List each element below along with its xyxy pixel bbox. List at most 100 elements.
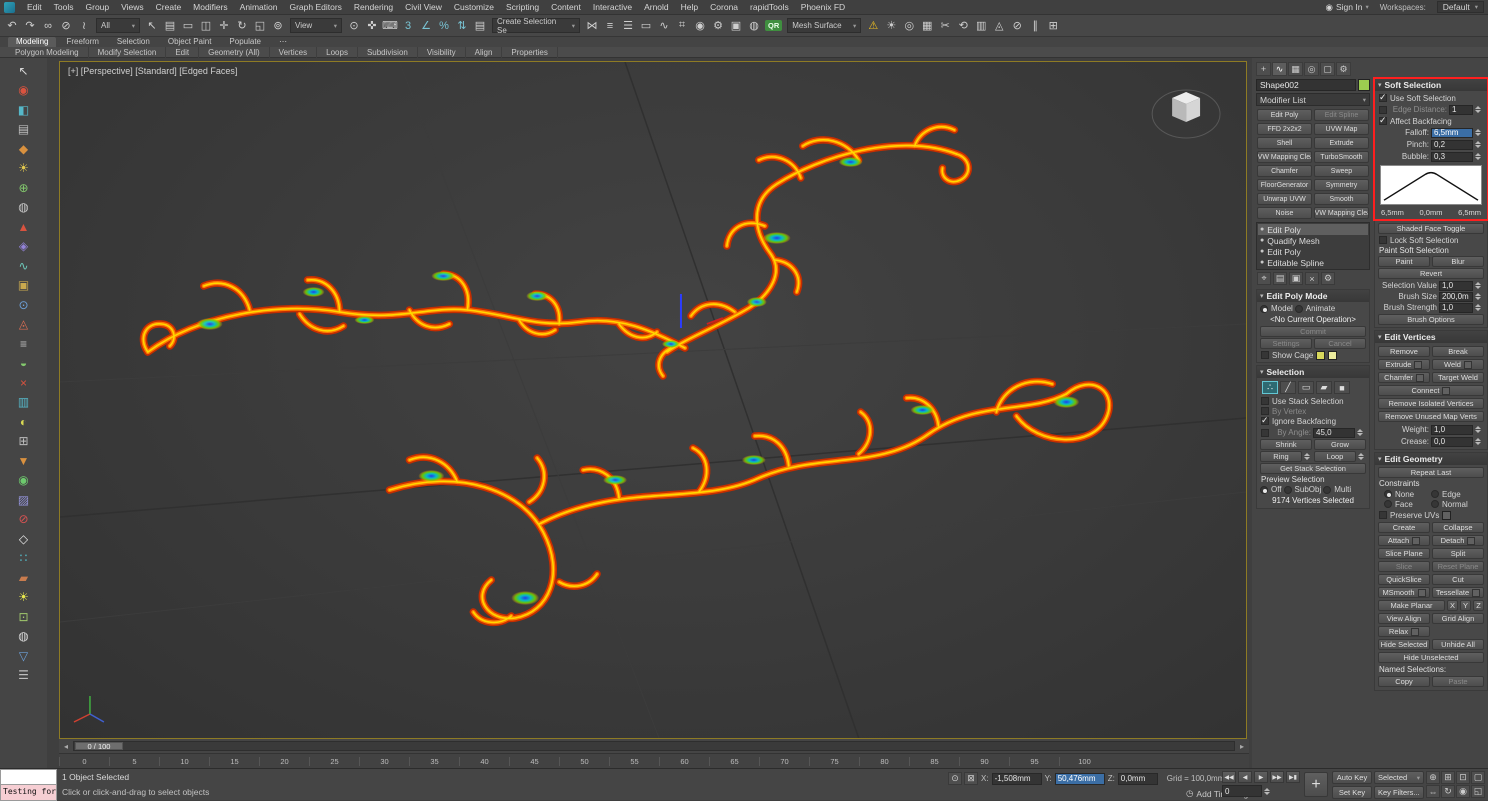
use-soft-selection-checkbox[interactable]: Use Soft Selection — [1376, 92, 1486, 103]
menu-item[interactable]: Interactive — [587, 2, 638, 12]
ribbon-panel-title[interactable]: Visibility — [418, 46, 466, 58]
named-selection-set-input[interactable]: Create Selection Se ▾ — [492, 17, 580, 35]
play-icon[interactable]: ▶ — [1254, 771, 1268, 783]
visibility-bulb-icon[interactable]: ● — [1260, 237, 1264, 244]
vertex-mode-icon[interactable]: ∴ — [1262, 381, 1278, 394]
select-manipulate-icon[interactable]: ✜ — [363, 17, 381, 34]
menu-item[interactable]: Create — [150, 2, 188, 12]
left-toolbar-icon[interactable]: ▽ — [5, 646, 43, 666]
left-toolbar-icon[interactable]: ⊘ — [5, 510, 43, 530]
go-to-start-icon[interactable]: ◀◀ — [1222, 771, 1236, 783]
rendered-frame-icon[interactable]: ▣ — [727, 17, 745, 34]
edit-geometry-button[interactable]: X — [1447, 600, 1458, 611]
brush-options-button[interactable]: Brush Options — [1378, 314, 1484, 325]
ribbon-panel-title[interactable]: Polygon Modeling — [6, 46, 89, 58]
left-toolbar-icon[interactable]: ◧ — [5, 100, 43, 120]
select-move-icon[interactable]: ✛ — [215, 17, 233, 34]
left-toolbar-icon[interactable]: ↖ — [5, 61, 43, 81]
previous-frame-icon[interactable]: ◀ — [1238, 771, 1252, 783]
element-mode-icon[interactable]: ■ — [1334, 381, 1350, 394]
modifier-set-button[interactable]: Noise — [1257, 207, 1312, 219]
edit-geometry-button[interactable]: Make Planar — [1378, 600, 1445, 611]
edit-geometry-button[interactable]: Slice — [1378, 561, 1430, 572]
add-button[interactable]: + — [1304, 772, 1328, 797]
menu-item[interactable]: Arnold — [638, 2, 675, 12]
sign-in-button[interactable]: ◉ Sign In ▾ — [1326, 2, 1369, 13]
modify-tab[interactable]: ∿ — [1272, 62, 1287, 76]
spinner-snap-icon[interactable]: ⇅ — [453, 17, 471, 34]
paint-button[interactable]: Paint — [1378, 256, 1430, 267]
left-toolbar-icon[interactable]: ◉ — [5, 471, 43, 491]
undo-icon[interactable]: ↶ — [3, 17, 21, 34]
modifier-set-button[interactable]: TurboSmooth — [1314, 151, 1369, 163]
time-slider[interactable]: ◂ 0 / 100 ▸ — [59, 739, 1249, 753]
zoom-icon[interactable]: ⊕ — [1426, 771, 1440, 784]
menu-item[interactable]: Corona — [704, 2, 744, 12]
object-name-field[interactable]: Shape002 — [1256, 79, 1356, 91]
edit-vertices-button[interactable]: Target Weld — [1432, 372, 1484, 383]
preserve-uvs-settings-icon[interactable] — [1442, 510, 1452, 520]
named-selection-button[interactable]: Paste — [1432, 676, 1484, 687]
edit-geometry-button[interactable]: View Align — [1378, 613, 1430, 624]
configure-modifier-sets-icon[interactable]: ⚙ — [1321, 272, 1335, 285]
ribbon-toggle-icon[interactable]: ▭ — [637, 17, 655, 34]
left-toolbar-icon[interactable]: ◇ — [5, 529, 43, 549]
time-slider-track[interactable]: 0 / 100 — [73, 741, 1235, 751]
time-slider-left-arrow[interactable]: ◂ — [61, 742, 71, 751]
utilities-tab[interactable]: ⚙ — [1336, 62, 1351, 76]
maximize-viewport-icon[interactable]: ◱ — [1471, 785, 1485, 798]
z-coordinate-field[interactable]: 0,0mm — [1117, 772, 1158, 785]
edit-vertices-button[interactable]: Remove Unused Map Verts — [1378, 411, 1484, 422]
ribbon-panel-title[interactable]: Geometry (All) — [199, 46, 270, 58]
grid-helper-icon[interactable]: ▦ — [918, 17, 936, 34]
modifier-stack-item[interactable]: ● Quadify Mesh — [1258, 235, 1368, 246]
modifier-set-button[interactable]: Symmetry — [1314, 179, 1369, 191]
viewcube[interactable] — [1151, 89, 1221, 139]
edit-vertices-button[interactable]: Weld — [1432, 359, 1484, 370]
edit-vertices-button[interactable]: Remove — [1378, 346, 1430, 357]
edit-geometry-button[interactable]: Unhide All — [1432, 639, 1484, 650]
mesh-surface-select[interactable]: Mesh Surface ▾ — [787, 18, 862, 33]
left-toolbar-icon[interactable]: ∷ — [5, 549, 43, 569]
x-coordinate-field[interactable]: -1,508mm — [991, 772, 1042, 785]
left-toolbar-icon[interactable]: ◒ — [5, 354, 43, 374]
ribbon-tab[interactable]: Freeform — [58, 37, 106, 47]
modifier-set-button[interactable]: Shell — [1257, 137, 1312, 149]
select-scale-icon[interactable]: ◱ — [251, 17, 269, 34]
revert-button[interactable]: Revert — [1378, 268, 1484, 279]
left-toolbar-icon[interactable]: ◬ — [5, 315, 43, 335]
workspace-select[interactable]: Default ▾ — [1436, 1, 1484, 13]
constraint-radio[interactable]: Normal — [1431, 499, 1478, 509]
display-tab[interactable]: ▢ — [1320, 62, 1335, 76]
ribbon-panel-title[interactable]: Align — [466, 46, 503, 58]
left-toolbar-icon[interactable]: ▼ — [5, 451, 43, 471]
edit-geometry-button[interactable]: Y — [1460, 600, 1471, 611]
modifier-set-button[interactable]: Chamfer — [1257, 165, 1312, 177]
blur-button[interactable]: Blur — [1432, 256, 1484, 267]
soft-selection-header[interactable]: ▾ Soft Selection — [1375, 79, 1487, 91]
selection-lock-icon[interactable]: ⊠ — [964, 772, 978, 785]
modifier-set-button[interactable]: Edit Poly — [1257, 109, 1312, 121]
left-toolbar-icon[interactable]: ≡ — [5, 334, 43, 354]
warning-icon[interactable]: ⚠ — [864, 17, 882, 34]
left-toolbar-icon[interactable]: ▥ — [5, 393, 43, 413]
edit-geometry-button[interactable]: Grid Align — [1432, 613, 1484, 624]
ribbon-panel-title[interactable]: Loops — [317, 46, 358, 58]
edit-vertices-button[interactable]: Chamfer — [1378, 372, 1430, 383]
modifier-set-button[interactable]: Extrude — [1314, 137, 1369, 149]
ribbon-panel-title[interactable]: Modify Selection — [89, 46, 167, 58]
selection-checkbox[interactable]: By Vertex — [1258, 406, 1368, 416]
pan-icon[interactable]: ⇔ — [1426, 785, 1440, 798]
make-unique-icon[interactable]: ▣ — [1289, 272, 1303, 285]
preview-selection-radio[interactable]: Multi — [1323, 485, 1351, 494]
modifier-set-button[interactable]: Smooth — [1314, 193, 1369, 205]
toolbar-icon[interactable]: ◬ — [990, 17, 1008, 34]
cage-color-swatch[interactable] — [1316, 350, 1326, 360]
selected-dropdown[interactable]: Selected ▾ — [1374, 771, 1424, 784]
paint-spinner[interactable]: Selection Value 1,0 — [1376, 280, 1486, 291]
current-frame-field[interactable]: 0 — [1222, 785, 1262, 797]
shaded-face-toggle-button[interactable]: Shaded Face Toggle — [1378, 223, 1484, 234]
menu-item[interactable]: Graph Editors — [283, 2, 347, 12]
y-coordinate-field[interactable]: 50,476mm — [1054, 772, 1105, 785]
redo-icon[interactable]: ↷ — [21, 17, 39, 34]
